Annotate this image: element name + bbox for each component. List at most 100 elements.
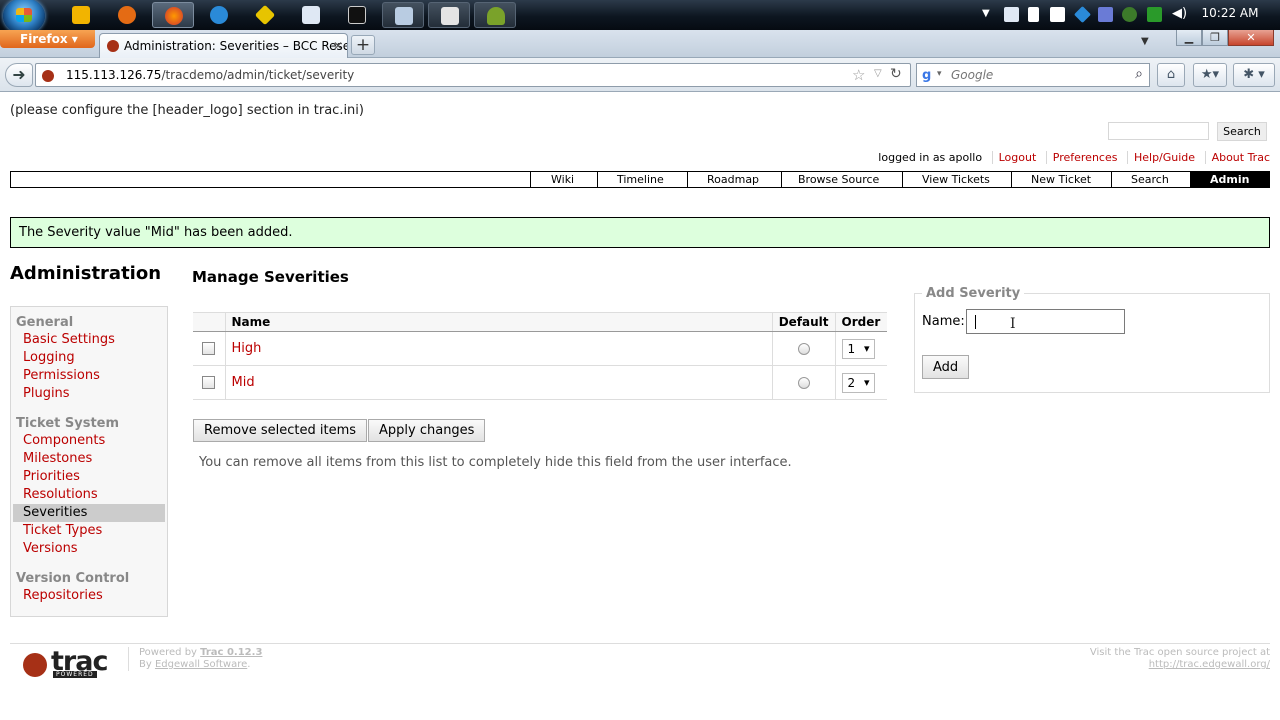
taskbar-app-button[interactable] [244, 2, 286, 28]
close-tab-icon[interactable]: ✕ [333, 34, 343, 58]
bookmarks-icon: ★▾ [1200, 67, 1220, 82]
addon-button[interactable]: ✱ ▾ [1233, 63, 1275, 87]
list-tabs-icon[interactable]: ▼ [1141, 36, 1149, 47]
default-radio[interactable] [797, 376, 810, 389]
clock[interactable]: 10:22 AM [1200, 6, 1260, 20]
search-icon[interactable]: ⌕ [1135, 66, 1143, 82]
severity-link[interactable]: High [232, 341, 262, 356]
trac-favicon-icon [107, 40, 119, 52]
back-button[interactable]: ➜ [5, 63, 33, 87]
taskbar-notepad-button[interactable] [60, 2, 102, 28]
taskbar-ie-button[interactable] [198, 2, 240, 28]
sidebar-item-components[interactable]: Components [11, 432, 167, 450]
home-button[interactable]: ⌂ [1157, 63, 1185, 87]
default-column-header: Default [771, 312, 835, 332]
sidebar-item-plugins[interactable]: Plugins [11, 385, 167, 403]
taskbar: ▼ ◀) 10:22 AM [0, 0, 1280, 34]
sidebar-item-severities[interactable]: Severities [13, 504, 165, 522]
logout-link[interactable]: Logout [991, 151, 1037, 164]
volume-icon[interactable]: ◀) [1172, 6, 1187, 21]
search-input[interactable] [951, 68, 1121, 82]
sidebar-item-milestones[interactable]: Milestones [11, 450, 167, 468]
url-path: /tracdemo/admin/ticket/severity [161, 68, 355, 82]
browser-tab[interactable]: Administration: Severities – BCC Researc… [99, 33, 348, 58]
bookmarks-button[interactable]: ★▾ [1193, 63, 1227, 87]
start-button[interactable] [3, 0, 45, 34]
nav-roadmap[interactable]: Roadmap [687, 172, 781, 187]
remove-selected-button[interactable]: Remove selected items [193, 419, 368, 442]
taskbar-firefox-button[interactable] [152, 2, 194, 28]
sidebar-item-resolutions[interactable]: Resolutions [11, 486, 167, 504]
internet-explorer-icon [210, 6, 228, 24]
default-radio[interactable] [797, 342, 810, 355]
taskbar-explorer-button[interactable] [382, 2, 424, 28]
close-window-button[interactable]: ✕ [1228, 30, 1274, 46]
edgewall-link[interactable]: Edgewall Software [155, 659, 247, 670]
new-tab-button[interactable]: + [351, 35, 375, 55]
nav-browse-source[interactable]: Browse Source [781, 172, 902, 187]
taskbar-terminal-button[interactable] [336, 2, 378, 28]
row-select-checkbox[interactable] [202, 342, 216, 355]
nav-view-tickets[interactable]: View Tickets [902, 172, 1011, 187]
panel-title: Manage Severities [192, 268, 349, 286]
sidebar-group-general: General [16, 315, 74, 330]
sidebar-item-logging[interactable]: Logging [11, 349, 167, 367]
taskbar-document-button[interactable] [290, 2, 332, 28]
google-icon[interactable]: g [922, 68, 931, 83]
trac-powered-logo[interactable]: trac POWERED [23, 646, 118, 678]
taskbar-firefox-beta-button[interactable] [106, 2, 148, 28]
tab-title: Administration: Severities – BCC Researc… [124, 39, 347, 53]
nav-admin[interactable]: Admin [1190, 172, 1269, 187]
url-dropdown-icon[interactable]: ▽ [874, 68, 882, 79]
row-select-checkbox[interactable] [202, 376, 216, 389]
nav-search[interactable]: Search [1111, 172, 1190, 187]
trac-homepage-link[interactable]: http://trac.edgewall.org/ [1149, 659, 1270, 670]
dropbox-icon[interactable] [1074, 6, 1091, 23]
add-button[interactable]: Add [922, 355, 970, 379]
tray-crop-icon[interactable] [1028, 7, 1039, 22]
address-bar[interactable]: 115.113.126.75/tracdemo/admin/ticket/sev… [35, 63, 911, 87]
order-select[interactable]: 1 [841, 338, 875, 359]
firefox-menu-label: Firefox [20, 32, 68, 46]
preferences-link[interactable]: Preferences [1045, 151, 1118, 164]
sidebar-item-repositories[interactable]: Repositories [11, 587, 167, 605]
severity-link[interactable]: Mid [232, 375, 255, 390]
order-column-header: Order [834, 312, 887, 332]
search-bar[interactable]: g ▾ ⌕ [916, 63, 1150, 87]
taskbar-media-button[interactable] [428, 2, 470, 28]
sidebar-item-basic-settings[interactable]: Basic Settings [11, 331, 167, 349]
search-engine-dropdown-icon[interactable]: ▾ [937, 69, 942, 79]
bookmark-star-icon[interactable]: ☆ [852, 66, 865, 84]
help-guide-link[interactable]: Help/Guide [1126, 151, 1196, 164]
tray-app-icon[interactable] [1147, 7, 1162, 22]
trac-search-input[interactable] [1108, 122, 1209, 140]
tab-strip: Firefox ▾ Administration: Severities – B… [0, 30, 1280, 58]
sidebar-group-ticket-system: Ticket System [16, 416, 120, 431]
firefox-menu-button[interactable]: Firefox ▾ [0, 30, 95, 48]
nav-new-ticket[interactable]: New Ticket [1011, 172, 1111, 187]
tray-globe-icon[interactable] [1122, 7, 1137, 22]
minimize-button[interactable]: ▁ [1176, 30, 1202, 46]
order-select[interactable]: 2 [841, 372, 875, 393]
nav-timeline[interactable]: Timeline [597, 172, 687, 187]
reload-icon[interactable]: ↻ [890, 66, 902, 82]
name-column-header: Name [225, 312, 773, 332]
sidebar-item-priorities[interactable]: Priorities [11, 468, 167, 486]
taskbar-android-button[interactable] [474, 2, 516, 28]
sidebar-item-ticket-types[interactable]: Ticket Types [11, 522, 167, 540]
sidebar-item-versions[interactable]: Versions [11, 540, 167, 558]
trac-version-link[interactable]: Trac 0.12.3 [200, 647, 262, 658]
restore-button[interactable]: ❐ [1202, 30, 1228, 46]
by-label: By [139, 659, 152, 670]
apply-changes-button[interactable]: Apply changes [368, 419, 486, 442]
tray-window-icon[interactable] [1004, 7, 1019, 22]
nav-wiki[interactable]: Wiki [530, 172, 597, 187]
site-identity-icon[interactable] [42, 70, 54, 82]
about-trac-link[interactable]: About Trac [1204, 151, 1270, 164]
name-input[interactable] [966, 309, 1125, 334]
trac-search-button[interactable]: Search [1217, 122, 1267, 141]
tray-expand-icon[interactable]: ▼ [982, 8, 990, 19]
tray-phone-icon[interactable] [1050, 7, 1065, 22]
sidebar-item-permissions[interactable]: Permissions [11, 367, 167, 385]
tray-shield-icon[interactable] [1098, 7, 1113, 22]
